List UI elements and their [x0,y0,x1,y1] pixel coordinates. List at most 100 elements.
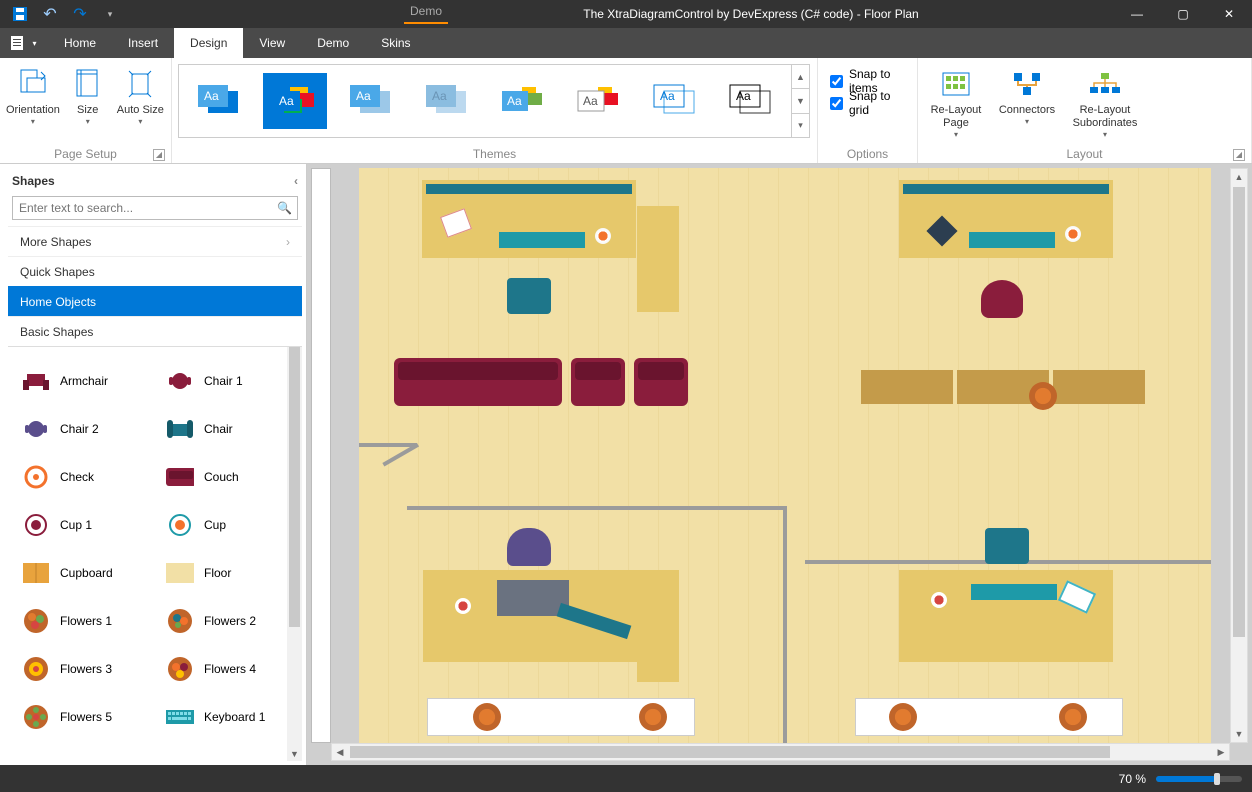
desk[interactable] [637,206,679,312]
tab-view[interactable]: View [243,28,301,58]
category-more-shapes[interactable]: More Shapes› [8,226,302,256]
office-chair[interactable] [507,528,551,566]
flowers[interactable] [639,703,667,731]
group-label-layout: Layout [1066,147,1102,161]
shape-cupboard[interactable]: Cupboard [22,549,157,597]
theme-option-1[interactable]: Aa [187,73,251,129]
keyboard[interactable] [969,232,1055,248]
shape-flowers-3[interactable]: Flowers 3 [22,645,157,693]
shape-cup-1[interactable]: Cup 1 [22,501,157,549]
gallery-scroll-up[interactable]: ▲ [792,65,809,89]
shape-cup[interactable]: Cup [166,501,301,549]
theme-option-3[interactable]: Aa [339,73,403,129]
chair[interactable] [507,278,551,314]
theme-option-2[interactable]: Aa [263,73,327,129]
shape-chair-2[interactable]: Chair 2 [22,405,157,453]
keyboard[interactable] [971,584,1057,600]
svg-text:Aa: Aa [583,94,598,108]
flowers[interactable] [1059,703,1087,731]
armchair[interactable] [634,358,688,406]
cup[interactable] [931,592,947,608]
theme-option-6[interactable]: Aa [567,73,631,129]
maximize-button[interactable]: ▢ [1160,0,1206,28]
wall-segment[interactable] [359,443,417,447]
theme-option-7[interactable]: Aa [643,73,707,129]
tab-demo[interactable]: Demo [301,28,365,58]
shape-chair[interactable]: Chair [166,405,301,453]
shape-flowers-5[interactable]: Flowers 5 [22,693,157,741]
flowers[interactable] [473,703,501,731]
qat-customize-button[interactable]: ▾ [96,2,124,26]
theme-option-4[interactable]: Aa [415,73,479,129]
wall-segment[interactable] [407,506,787,510]
save-button[interactable] [6,2,34,26]
flowers[interactable] [1029,382,1057,410]
ribbon-tabs: ▾ Home Insert Design View Demo Skins [0,28,1252,58]
check-icon [22,463,50,491]
gallery-expand[interactable]: ▾ [792,114,809,137]
category-basic-shapes[interactable]: Basic Shapes [8,316,302,346]
floor-plan-page[interactable] [359,168,1211,743]
wall-segment[interactable] [783,506,787,743]
cup[interactable] [455,598,471,614]
shapes-search-input[interactable] [12,196,298,220]
undo-button[interactable]: ↶ [36,2,64,26]
category-quick-shapes[interactable]: Quick Shapes [8,256,302,286]
minimize-button[interactable]: ― [1114,0,1160,28]
theme-option-5[interactable]: Aa [491,73,555,129]
flowers4-icon [166,655,194,683]
search-icon[interactable]: 🔍 [277,201,292,215]
group-layout: Re-Layout Page ▾ Connectors ▾ Re-Layout … [918,58,1252,163]
tab-insert[interactable]: Insert [112,28,174,58]
cup[interactable] [1065,226,1081,242]
close-button[interactable]: ✕ [1206,0,1252,28]
tab-home[interactable]: Home [48,28,112,58]
shape-flowers-1[interactable]: Flowers 1 [22,597,157,645]
couch[interactable] [394,358,562,406]
orientation-button[interactable]: Orientation ▾ [6,62,60,126]
snap-to-grid-checkbox[interactable]: Snap to grid [824,92,911,114]
relayout-page-button[interactable]: Re-Layout Page ▾ [924,62,988,139]
collapse-panel-button[interactable]: ‹ [294,174,298,188]
cabinet[interactable] [861,370,953,404]
redo-button[interactable]: ↷ [66,2,94,26]
status-bar: 70 % [0,765,1252,792]
shape-keyboard-1[interactable]: Keyboard 1 [166,693,301,741]
shape-couch[interactable]: Couch [166,453,301,501]
theme-option-8[interactable]: Aa [719,73,783,129]
page-setup-launcher[interactable]: ◢ [153,149,165,161]
file-menu-button[interactable]: ▾ [0,28,48,58]
canvas-vertical-scrollbar[interactable]: ▲ ▼ [1230,168,1248,743]
relayout-subordinates-button[interactable]: Re-Layout Subordinates ▾ [1066,62,1144,139]
cabinet[interactable] [1053,370,1145,404]
zoom-level-label: 70 % [1119,772,1146,786]
gallery-scroll-down[interactable]: ▼ [792,89,809,113]
shape-chair-1[interactable]: Chair 1 [166,357,301,405]
title-bar: ↶ ↷ ▾ Demo The XtraDiagramControl by Dev… [0,0,1252,28]
layout-launcher[interactable]: ◢ [1233,149,1245,161]
armchair[interactable] [571,358,625,406]
shape-flowers-4[interactable]: Flowers 4 [166,645,301,693]
cup[interactable] [595,228,611,244]
tab-skins[interactable]: Skins [365,28,426,58]
chair[interactable] [985,528,1029,564]
desk[interactable] [637,570,679,682]
shape-armchair[interactable]: Armchair [22,357,157,405]
tab-design[interactable]: Design [174,28,243,58]
canvas-horizontal-scrollbar[interactable]: ◀ ▶ [331,743,1230,761]
shape-flowers-2[interactable]: Flowers 2 [166,597,301,645]
svg-text:Aa: Aa [507,94,522,108]
auto-size-button[interactable]: Auto Size ▾ [116,62,165,126]
size-button[interactable]: Size ▾ [68,62,108,126]
connectors-icon [996,66,1058,102]
couch-icon [166,463,194,491]
category-home-objects[interactable]: Home Objects [8,286,302,316]
office-chair[interactable] [981,280,1023,318]
shape-check[interactable]: Check [22,453,157,501]
keyboard[interactable] [499,232,585,248]
diagram-canvas[interactable] [331,168,1230,743]
connectors-button[interactable]: Connectors ▾ [996,62,1058,126]
zoom-slider[interactable] [1156,776,1242,782]
flowers[interactable] [889,703,917,731]
shape-floor[interactable]: Floor [166,549,301,597]
